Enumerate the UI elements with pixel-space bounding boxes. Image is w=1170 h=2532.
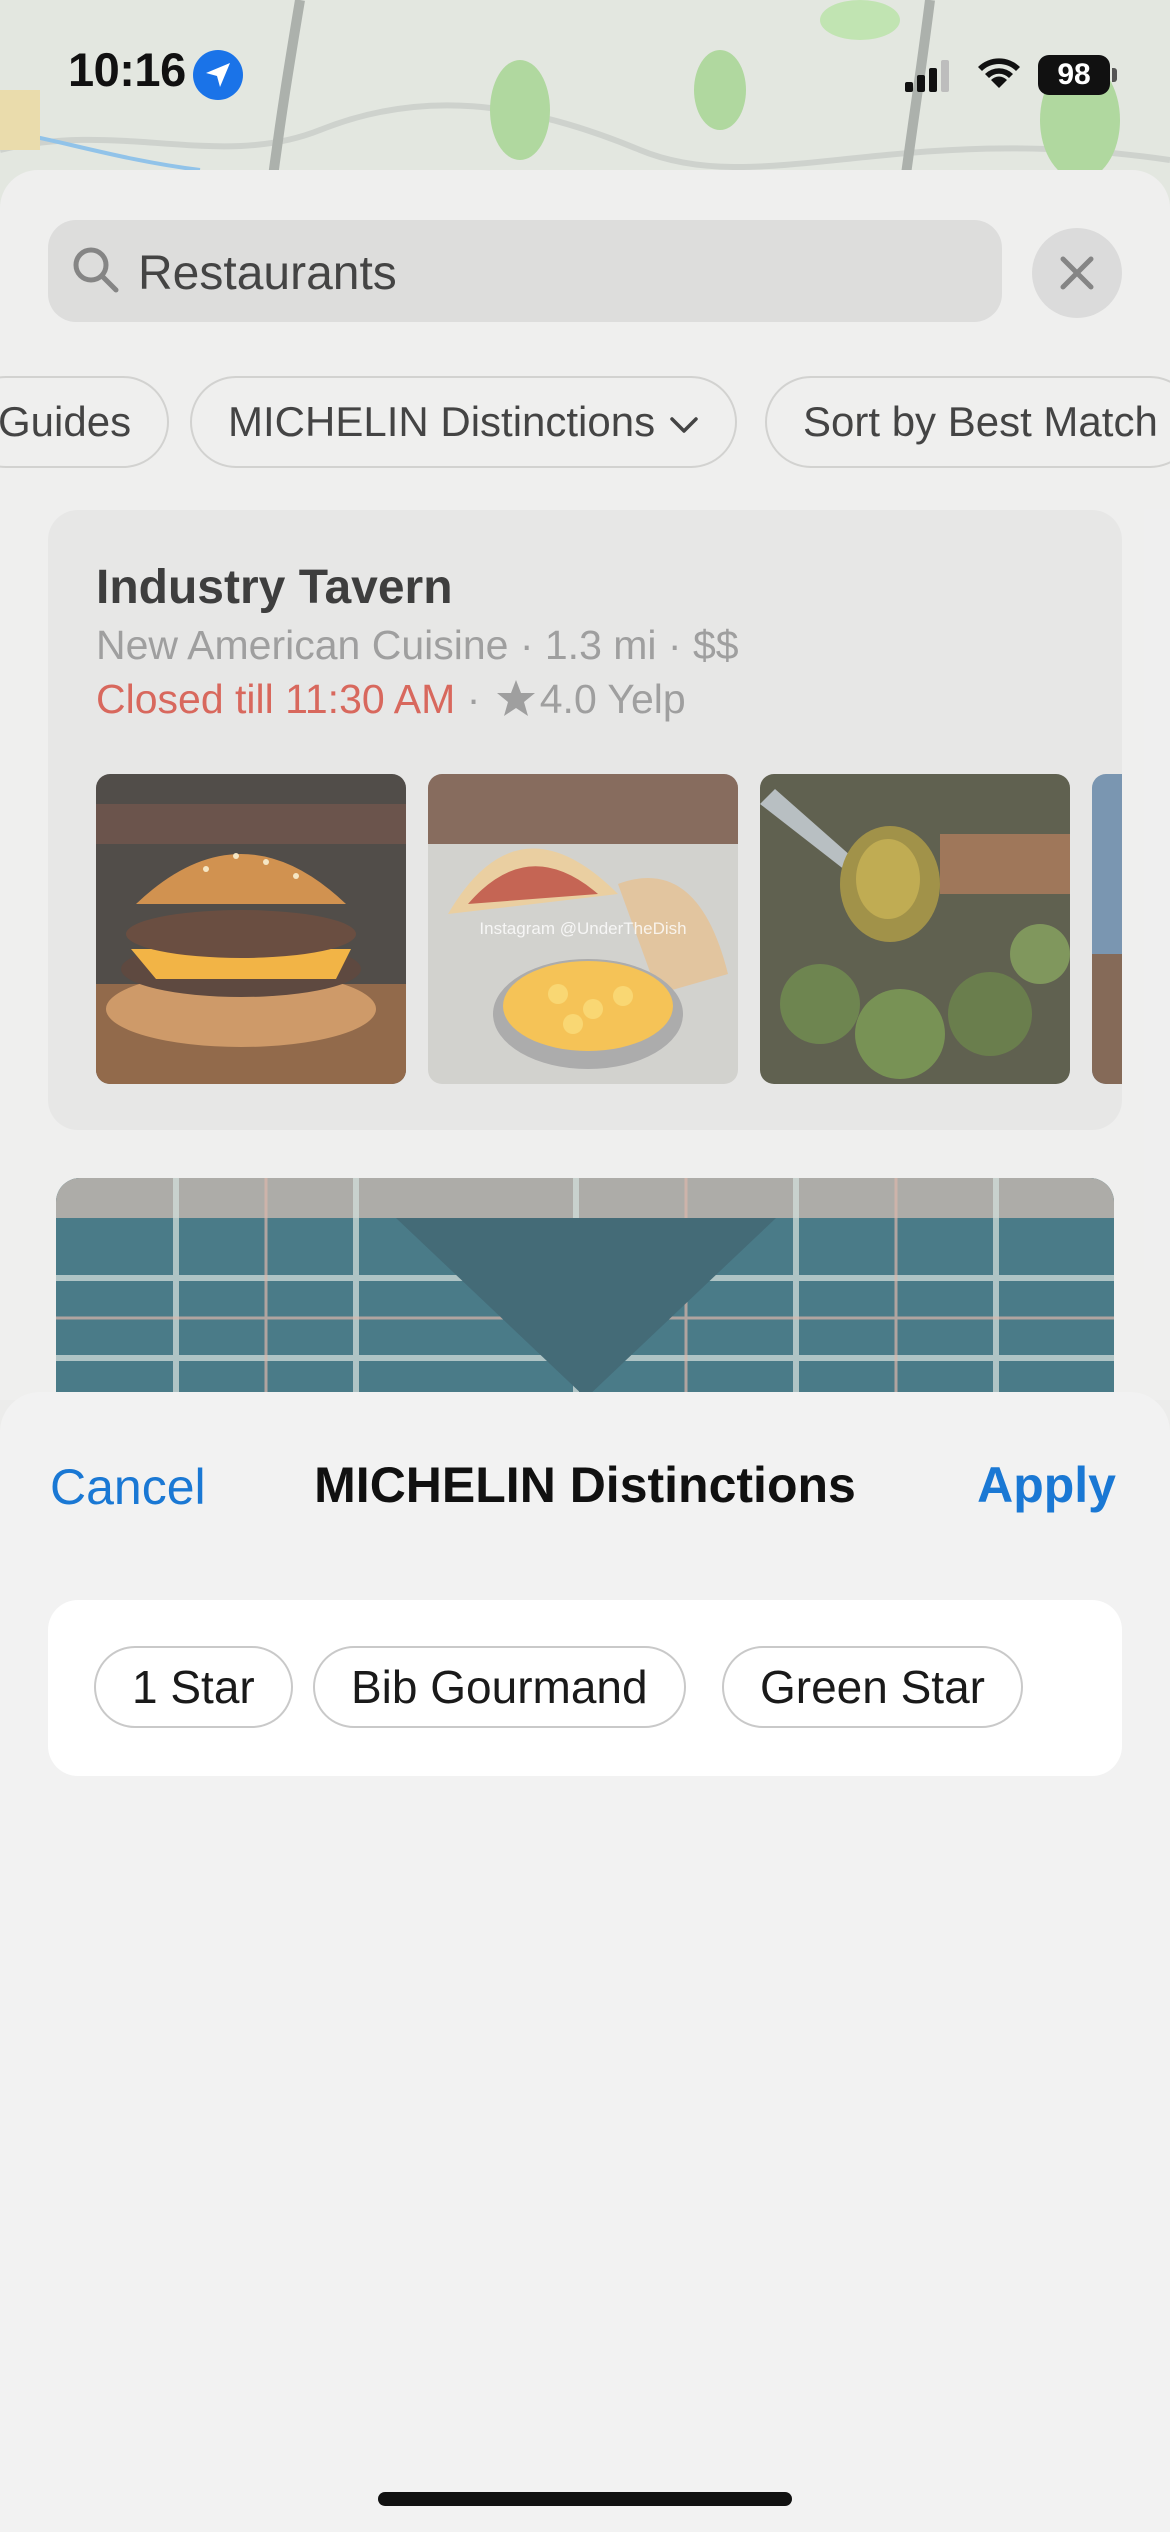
option-bib-gourmand[interactable]: Bib Gourmand [313, 1646, 686, 1728]
cellular-signal-icon [905, 60, 949, 92]
option-label: Bib Gourmand [351, 1661, 648, 1713]
home-indicator[interactable] [378, 2492, 792, 2506]
status-bar: 10:16 98 [0, 0, 1170, 150]
distinction-options: 1 Star Bib Gourmand Green Star [48, 1600, 1122, 1776]
dim-overlay [0, 0, 1170, 1400]
wifi-icon [978, 58, 1020, 88]
option-1-star[interactable]: 1 Star [94, 1646, 293, 1728]
option-label: 1 Star [132, 1661, 255, 1713]
apply-button[interactable]: Apply [977, 1456, 1116, 1514]
michelin-filter-sheet: Cancel MICHELIN Distinctions Apply 1 Sta… [0, 1392, 1170, 2532]
status-time: 10:16 [68, 43, 186, 96]
option-green-star[interactable]: Green Star [722, 1646, 1023, 1728]
battery-indicator: 98 [1038, 55, 1117, 95]
option-label: Green Star [760, 1661, 985, 1713]
location-arrow-icon [193, 50, 243, 100]
